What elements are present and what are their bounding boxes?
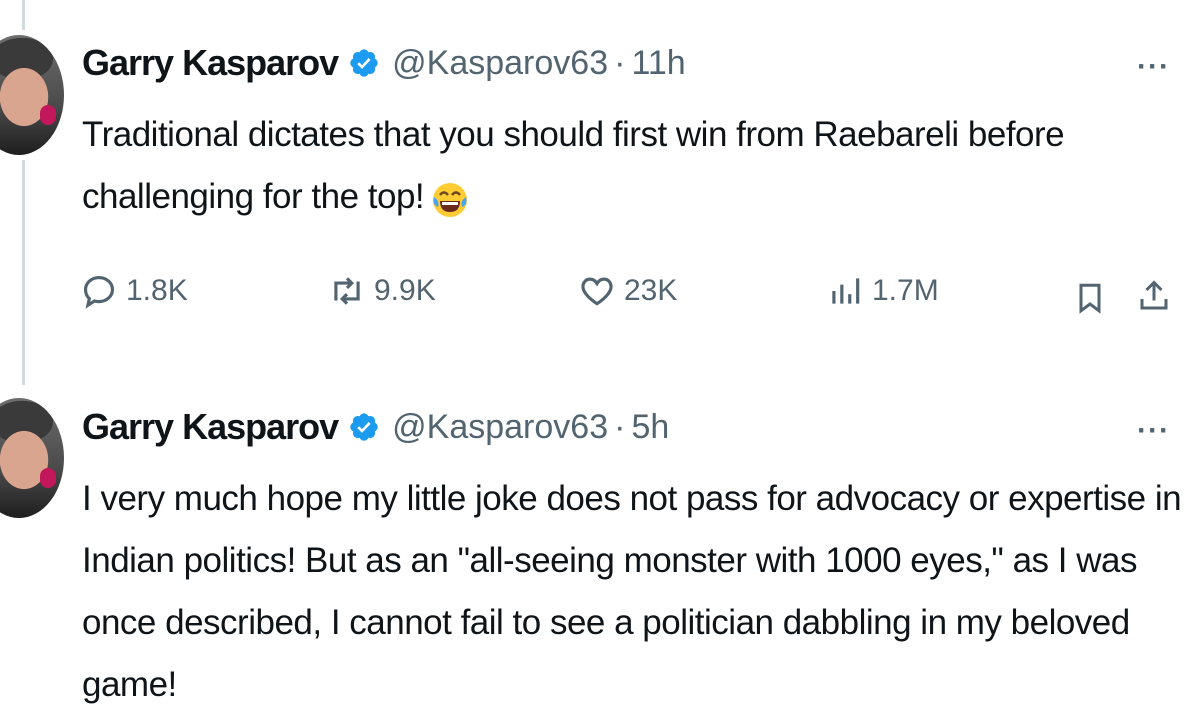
tweet-text-body: I very much hope my little joke does not… — [82, 479, 1182, 704]
views-button[interactable]: 1.7M — [826, 272, 939, 310]
timestamp[interactable]: 5h — [631, 408, 669, 447]
avatar-badge — [40, 468, 56, 488]
views-count: 1.7M — [872, 274, 939, 307]
share-icon — [1140, 280, 1168, 310]
tweet-header: Garry Kasparov @Kasparov63 · 11h — [82, 42, 686, 84]
timestamp[interactable]: 11h — [631, 44, 685, 83]
avatar[interactable] — [0, 398, 64, 518]
verified-badge-icon — [350, 413, 378, 441]
verified-badge-icon — [350, 49, 378, 77]
share-button[interactable] — [1136, 278, 1172, 319]
tweet-actions: 1.8K 9.9K 23K 1.7M — [0, 272, 1200, 324]
author-name[interactable]: Garry Kasparov — [82, 406, 339, 448]
tweet-text-body: Traditional dictates that you should fir… — [82, 115, 1065, 216]
author-handle[interactable]: @Kasparov63 — [392, 408, 608, 447]
repost-count: 9.9K — [374, 274, 436, 307]
tweet-text: I very much hope my little joke does not… — [82, 468, 1182, 716]
repost-icon — [334, 277, 360, 305]
bookmark-icon — [1079, 283, 1101, 314]
like-count: 23K — [624, 274, 678, 307]
separator-dot: · — [614, 407, 626, 446]
separator-dot: · — [614, 43, 626, 82]
reply-button[interactable]: 1.8K — [80, 272, 188, 310]
views-chart-icon — [832, 278, 860, 304]
heart-icon — [581, 277, 613, 306]
tweet-text: Traditional dictates that you should fir… — [82, 104, 1182, 228]
more-options-button[interactable]: ··· — [1137, 50, 1170, 84]
author-name[interactable]: Garry Kasparov — [82, 42, 339, 84]
avatar-badge — [40, 105, 56, 125]
bookmark-button[interactable] — [1072, 280, 1108, 321]
reply-icon — [83, 275, 115, 309]
tweet[interactable]: Garry Kasparov @Kasparov63 · 5h ··· I ve… — [0, 360, 1200, 704]
reply-count: 1.8K — [126, 274, 188, 307]
like-button[interactable]: 23K — [578, 272, 677, 310]
avatar[interactable] — [0, 35, 64, 155]
tweet-header: Garry Kasparov @Kasparov63 · 5h — [82, 406, 669, 448]
tweet[interactable]: Garry Kasparov @Kasparov63 · 11h ··· Tra… — [0, 0, 1200, 360]
author-handle[interactable]: @Kasparov63 — [392, 44, 608, 83]
more-options-button[interactable]: ··· — [1137, 414, 1170, 448]
face-with-tears-of-joy-icon — [433, 182, 468, 217]
repost-button[interactable]: 9.9K — [328, 272, 436, 310]
